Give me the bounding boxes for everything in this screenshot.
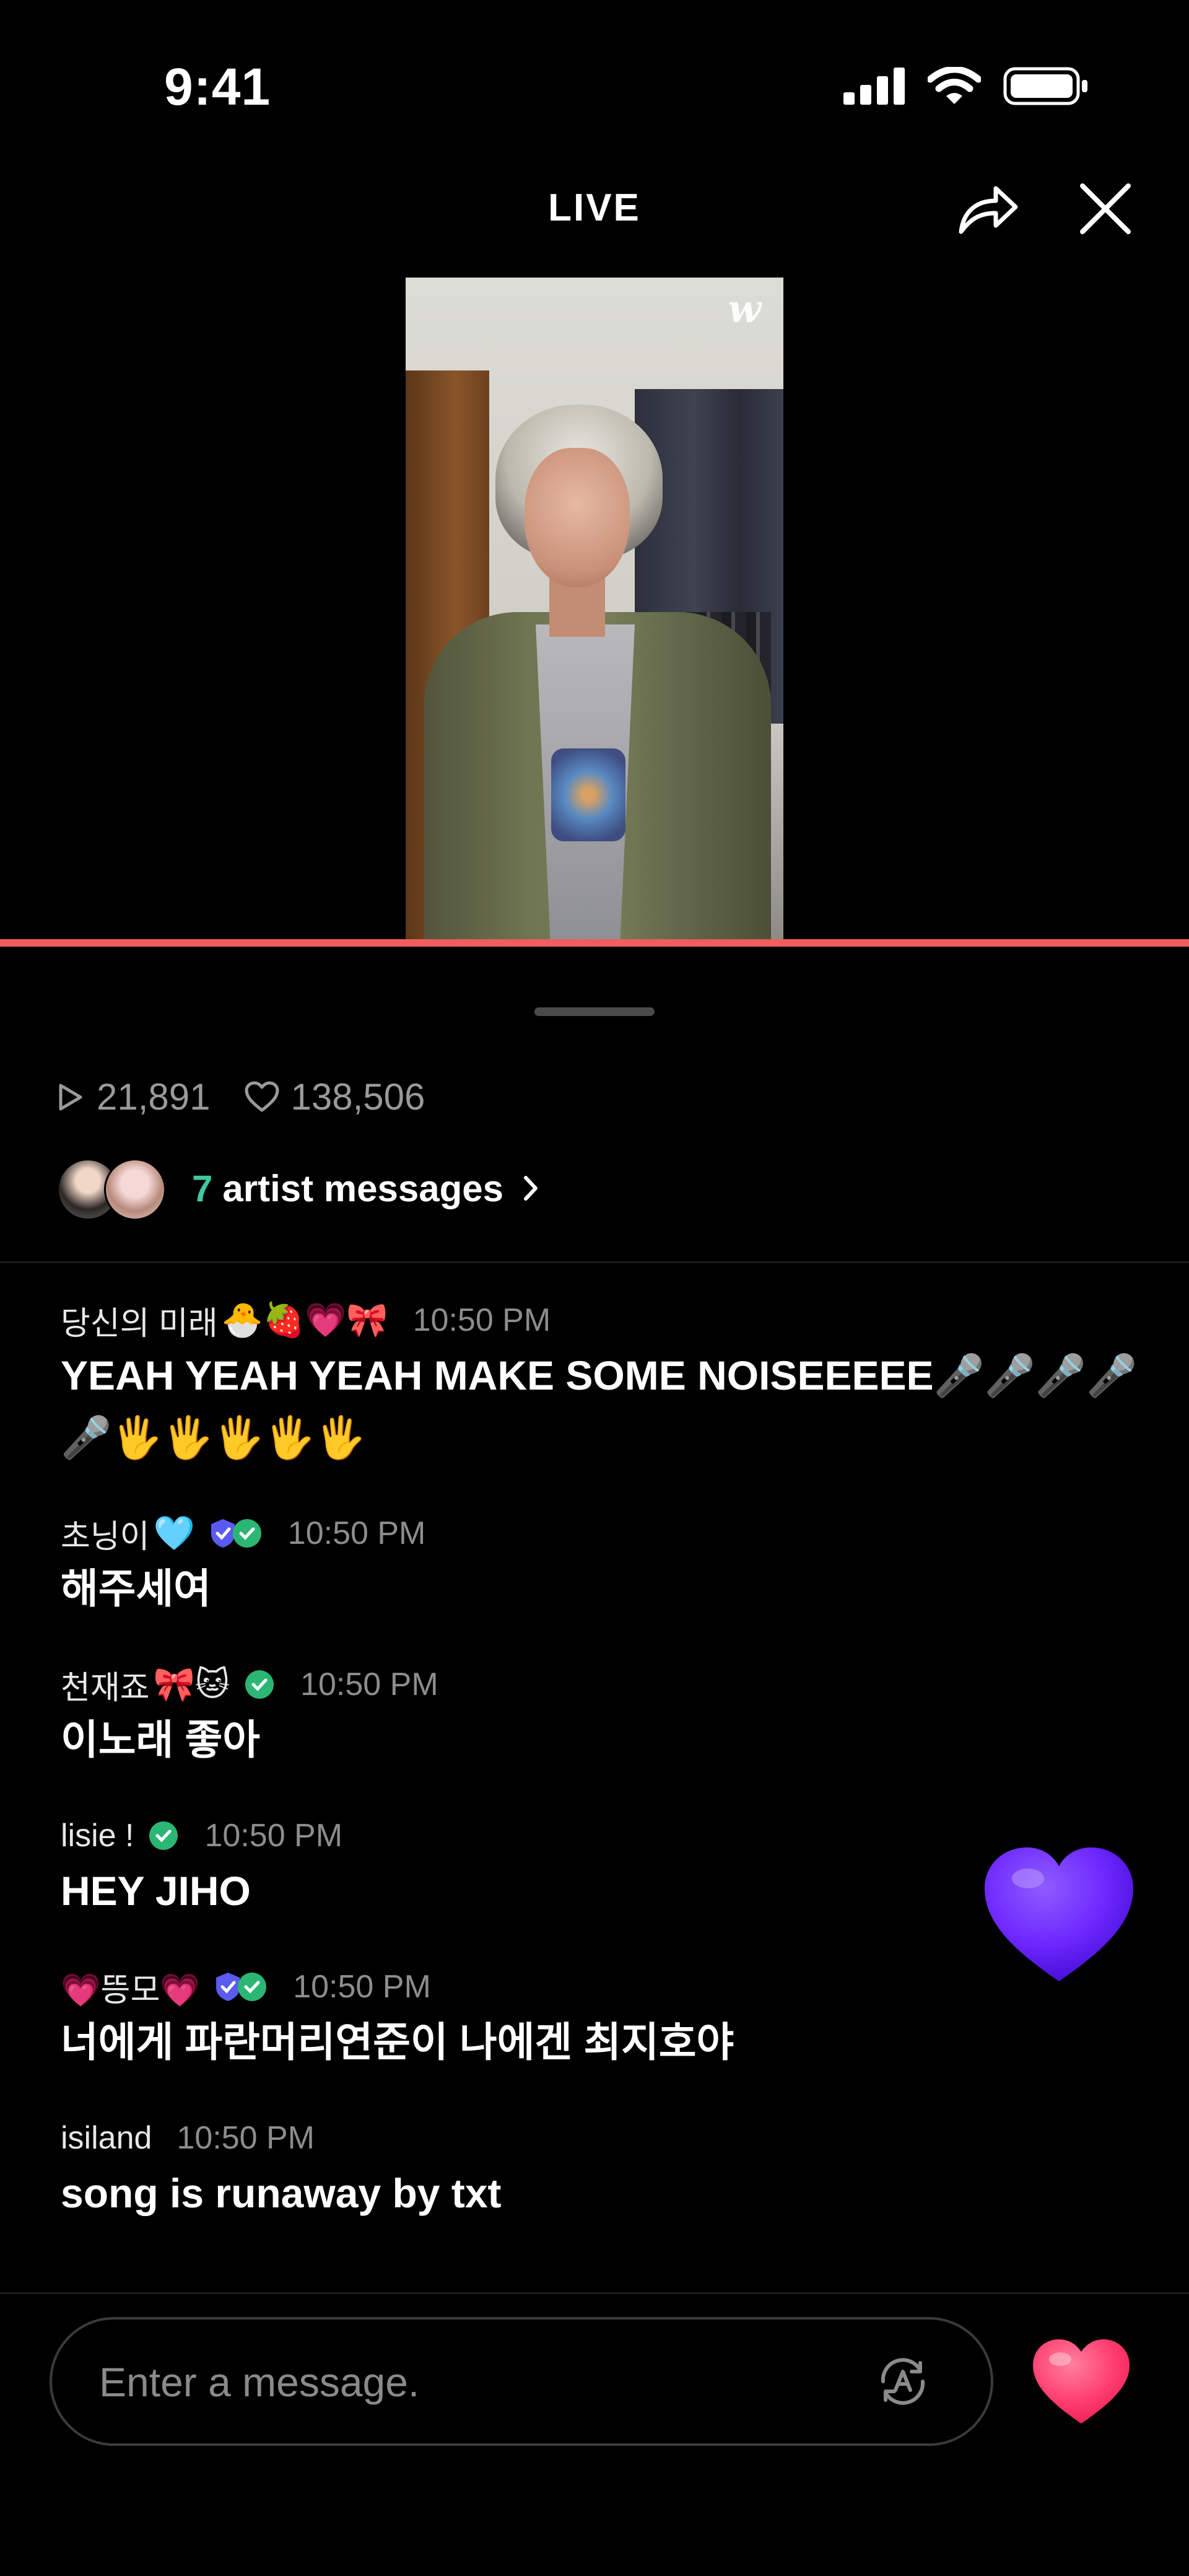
chat-username[interactable]: 천재죠	[61, 1662, 150, 1708]
weverse-watermark-icon: w	[728, 286, 761, 331]
status-time: 9:41	[164, 58, 271, 116]
like-button[interactable]	[1029, 2336, 1133, 2429]
like-count: 138,506	[244, 1076, 425, 1118]
message-composer	[50, 2317, 993, 2446]
artist-messages-label: artist messages	[222, 1167, 503, 1209]
chat-time: 10:50 PM	[293, 1969, 431, 2005]
verified-badge-icon	[245, 1670, 274, 1699]
sheet-drag-handle[interactable]	[534, 1007, 655, 1016]
chat-username[interactable]: isiland	[61, 2119, 152, 2157]
cellular-signal-icon	[843, 68, 905, 105]
chat-time: 10:50 PM	[176, 2120, 315, 2156]
divider	[0, 2292, 1189, 2294]
chat-text: 너에게 파란머리연준이 나에겐 최지호야	[61, 2019, 734, 2065]
chat-message: isiland 10:50 PM song is runaway by txt	[61, 2118, 1138, 2224]
view-count-value: 21,891	[97, 1076, 211, 1118]
close-icon	[1080, 183, 1131, 234]
divider	[0, 1261, 1189, 1263]
verified-badge-icon	[238, 1973, 267, 2001]
user-badges	[209, 1517, 263, 1549]
chat-time: 10:50 PM	[300, 1667, 438, 1702]
wifi-icon	[928, 67, 981, 104]
view-count: 21,891	[54, 1076, 211, 1118]
username-emoji: 🐣🍓💗🎀	[221, 1301, 388, 1339]
user-badges	[147, 1820, 180, 1852]
close-button[interactable]	[1071, 175, 1139, 243]
user-badges	[243, 1668, 276, 1701]
chat-username[interactable]: lisie !	[61, 1817, 134, 1854]
floating-heart-icon	[985, 1847, 1133, 1981]
artist-avatars	[57, 1156, 175, 1220]
stats-row: 21,891 138,506	[54, 1076, 458, 1118]
chat-message: 초닝이 🩵 10:50 PM 해주세여	[61, 1513, 1138, 1619]
heart-outline-icon	[245, 1081, 279, 1111]
artist-messages-count: 7	[192, 1167, 213, 1209]
user-badges	[214, 1971, 268, 2003]
chat-text: 이노래 좋아	[61, 1717, 260, 1763]
chat-text: HEY JIHO	[61, 1868, 251, 1914]
artist-messages-link[interactable]: 7 artist messages	[57, 1156, 541, 1220]
chat-message: lisie ! 10:50 PM HEY JIHO	[61, 1815, 1138, 1922]
chat-text: song is runaway by txt	[61, 2170, 502, 2216]
chat-text: 해주세여	[61, 1566, 211, 1611]
chat-message: 천재죠 🎀🐱 10:50 PM 이노래 좋아	[61, 1664, 1138, 1771]
share-button[interactable]	[954, 175, 1022, 243]
status-bar: 9:41	[0, 0, 1189, 142]
chat-username[interactable]: 초닝이	[61, 1510, 150, 1557]
status-icons	[843, 67, 1090, 105]
like-count-value: 138,506	[290, 1076, 425, 1118]
chat-time: 10:50 PM	[412, 1302, 551, 1338]
message-input[interactable]	[98, 2344, 843, 2420]
header: LIVE	[0, 161, 1189, 248]
chat-text: YEAH YEAH YEAH MAKE SOME NOISEEEEE🎤🎤🎤🎤🎤🖐…	[61, 1352, 1138, 1460]
chat-time: 10:50 PM	[204, 1818, 343, 1854]
avatar	[104, 1159, 166, 1220]
chat-message: 당신의 미래 🐣🍓💗🎀 10:50 PM YEAH YEAH YEAH MAKE…	[61, 1300, 1138, 1468]
chevron-right-icon	[523, 1176, 538, 1201]
progress-bar	[0, 939, 1189, 947]
play-outline-icon	[59, 1084, 82, 1110]
chat-time: 10:50 PM	[287, 1515, 426, 1551]
chat-list[interactable]: 당신의 미래 🐣🍓💗🎀 10:50 PM YEAH YEAH YEAH MAKE…	[61, 1300, 1138, 2269]
translate-icon[interactable]	[871, 2349, 935, 2414]
chat-username[interactable]: 당신의 미래	[61, 1297, 218, 1344]
username-emoji: 🩵	[153, 1514, 195, 1552]
live-video[interactable]: w	[406, 278, 783, 942]
verified-badge-icon	[232, 1519, 261, 1548]
username-emoji: 🎀🐱	[153, 1666, 230, 1703]
chat-username[interactable]: 💗뜽모💗	[61, 1964, 200, 2010]
verified-badge-icon	[149, 1821, 178, 1850]
battery-icon	[1003, 67, 1087, 105]
chat-message: 💗뜽모💗 10:50 PM 너에게 파란머리연준이 나에겐 최지호야	[61, 1966, 1138, 2073]
share-arrow-icon	[959, 186, 1018, 234]
